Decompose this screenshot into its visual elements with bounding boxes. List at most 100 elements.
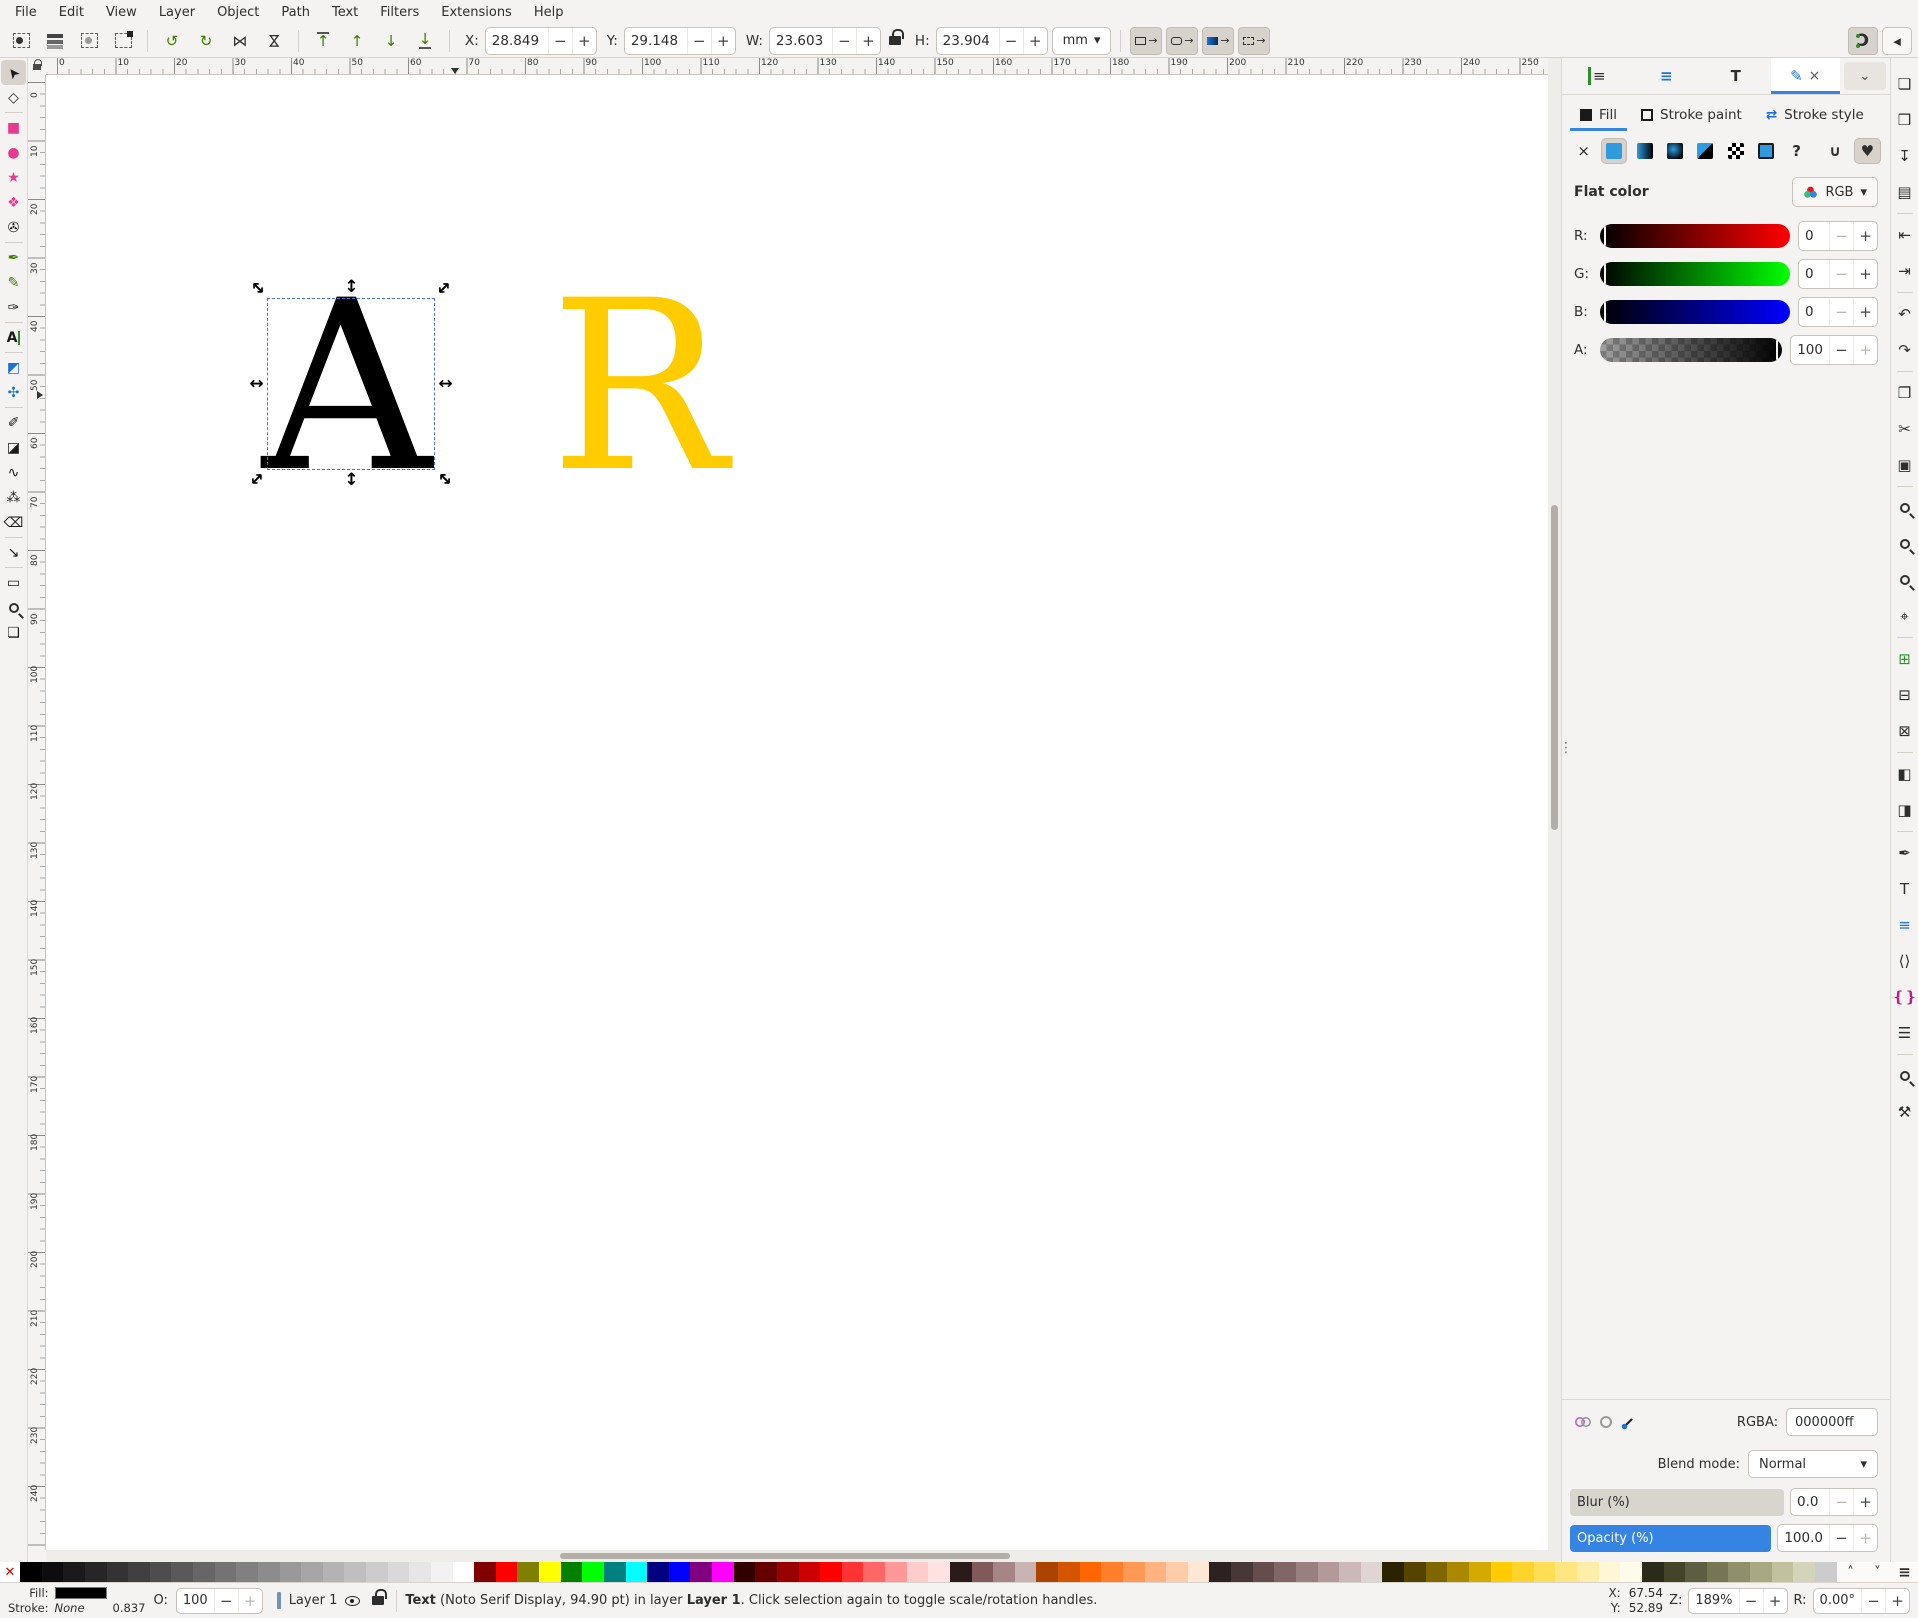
pick-color-eyedropper[interactable] (1620, 1414, 1637, 1430)
text-dialog-button[interactable]: T (1893, 871, 1917, 907)
flip-horizontal-button[interactable]: ⋈ (225, 27, 255, 55)
green-slider[interactable] (1600, 262, 1790, 286)
preferences-button[interactable]: ⚒ (1893, 1094, 1917, 1130)
palette-swatch[interactable] (1491, 1562, 1513, 1582)
palette-swatch[interactable] (431, 1562, 453, 1582)
blue-increment[interactable]: + (1853, 298, 1877, 326)
selection-handle-w[interactable]: ↔ (248, 376, 265, 393)
measure-tool[interactable]: ▭ (1, 570, 26, 595)
stroke-value[interactable]: None (55, 1601, 107, 1615)
palette-swatch[interactable] (1274, 1562, 1296, 1582)
blue-spinbox[interactable]: 0 − + (1798, 297, 1878, 327)
text-tool[interactable]: A (1, 325, 26, 350)
palette-swatch[interactable] (1145, 1562, 1167, 1582)
red-spinbox[interactable]: 0 − + (1798, 221, 1878, 251)
star-tool[interactable]: ★ (1, 165, 26, 190)
text-object-r[interactable]: R (550, 270, 727, 505)
blur-slider[interactable]: Blur (%) (1570, 1489, 1784, 1516)
menu-text[interactable]: Text (323, 3, 367, 22)
height-decrement[interactable]: − (999, 28, 1023, 54)
menu-object[interactable]: Object (208, 3, 268, 22)
y-decrement[interactable]: − (687, 28, 711, 54)
palette-swatch[interactable] (344, 1562, 366, 1582)
palette-swatch[interactable] (1101, 1562, 1123, 1582)
palette-swatch[interactable] (388, 1562, 410, 1582)
layer-indicator[interactable]: Layer 1 (277, 1592, 389, 1609)
palette-swatch[interactable] (626, 1562, 648, 1582)
unlink-clone-button[interactable]: ⊠ (1893, 713, 1917, 749)
palette-swatch[interactable] (453, 1562, 475, 1582)
palette-swatch[interactable] (1642, 1562, 1664, 1582)
tab-fill-stroke-dialog[interactable]: ✎ × (1771, 58, 1841, 94)
paint-flat-button[interactable] (1602, 139, 1625, 163)
palette-swatch[interactable] (734, 1562, 756, 1582)
horizontal-scrollbar[interactable] (46, 1550, 1548, 1562)
width-spinbox[interactable]: 23.603 − + (769, 27, 881, 55)
palette-swatch[interactable] (150, 1562, 172, 1582)
duplicate-button[interactable]: ⊞ (1893, 641, 1917, 677)
blend-mode-dropdown[interactable]: Normal ▾ (1748, 1450, 1878, 1478)
height-spinbox[interactable]: 23.904 − + (936, 27, 1048, 55)
zoom-increment[interactable]: + (1763, 1589, 1787, 1613)
find-button[interactable] (1893, 1058, 1917, 1094)
palette-swatch[interactable] (669, 1562, 691, 1582)
palette-none-swatch[interactable]: ✕ (0, 1562, 20, 1582)
x-spinbox[interactable]: 28.849 − + (485, 27, 597, 55)
tab-text-dialog[interactable]: T (1701, 58, 1771, 94)
paint-swatch-button[interactable] (1754, 139, 1777, 163)
tab-fill[interactable]: Fill (1570, 101, 1627, 131)
pen-tool[interactable]: ✒ (1, 245, 26, 270)
open-file-button[interactable]: ❒ (1893, 102, 1917, 138)
pages-tool[interactable]: ❏ (1, 620, 26, 645)
zoom-page-button[interactable] (1893, 562, 1917, 598)
palette-swatch[interactable] (561, 1562, 583, 1582)
select-all-button[interactable] (6, 27, 36, 55)
opacity-decrement[interactable]: − (1829, 1525, 1853, 1551)
h-ruler[interactable]: 0102030405060708090100110120130140150160… (46, 58, 1548, 75)
cms-wheel-icon[interactable] (1574, 1415, 1592, 1429)
paint-pattern-button[interactable] (1724, 139, 1747, 163)
palette-swatch[interactable] (1750, 1562, 1772, 1582)
unit-dropdown[interactable]: mm ▾ (1052, 27, 1112, 55)
selection-handle-s[interactable]: ↕ (343, 472, 360, 489)
palette-swatch[interactable] (20, 1562, 42, 1582)
selection-handle-se[interactable]: ↔ (432, 467, 456, 491)
zoom-selection-button[interactable] (1893, 490, 1917, 526)
slider-handle[interactable] (1604, 302, 1606, 322)
palette-swatch[interactable] (1209, 1562, 1231, 1582)
palette-swatch[interactable] (128, 1562, 150, 1582)
palette-swatch[interactable] (712, 1562, 734, 1582)
opacity-increment[interactable]: + (1853, 1525, 1877, 1551)
palette-swatch[interactable] (1664, 1562, 1686, 1582)
palette-scroll-down-button[interactable]: ˅ (1864, 1562, 1891, 1582)
new-document-button[interactable]: ❏ (1893, 66, 1917, 102)
node-tool[interactable]: ◇ (1, 85, 26, 110)
menu-edit[interactable]: Edit (50, 3, 93, 22)
close-icon[interactable]: × (1809, 68, 1821, 84)
zoom-spinbox[interactable]: 189% − + (1688, 1588, 1787, 1614)
menu-file[interactable]: File (6, 3, 46, 22)
selection-handle-ne[interactable]: ↔ (432, 276, 456, 300)
palette-swatch[interactable] (993, 1562, 1015, 1582)
palette-swatch[interactable] (1382, 1562, 1404, 1582)
flip-vertical-button[interactable]: ⋈ (259, 27, 289, 55)
palette-swatch[interactable] (604, 1562, 626, 1582)
horizontal-scrollbar-thumb[interactable] (560, 1553, 1010, 1559)
palette-swatch[interactable] (647, 1562, 669, 1582)
paste-button[interactable]: ▣ (1893, 447, 1917, 483)
zoom-decrement[interactable]: − (1739, 1589, 1763, 1613)
blur-increment[interactable]: + (1853, 1489, 1877, 1515)
x-increment[interactable]: + (572, 28, 596, 54)
alpha-increment[interactable]: + (1853, 336, 1877, 364)
x-decrement[interactable]: − (548, 28, 572, 54)
tab-align-dialog[interactable]: ≡ (1632, 58, 1702, 94)
green-decrement[interactable]: − (1829, 260, 1853, 288)
selection-handle-n[interactable]: ↕ (343, 279, 360, 296)
palette-swatch[interactable] (755, 1562, 777, 1582)
palette-swatch[interactable] (1058, 1562, 1080, 1582)
palette-swatch[interactable] (863, 1562, 885, 1582)
raise-button[interactable]: ↑ (342, 27, 372, 55)
palette-swatch[interactable] (842, 1562, 864, 1582)
palette-swatch[interactable] (1080, 1562, 1102, 1582)
v-ruler[interactable]: 0102030405060708090100110120130140150160… (28, 75, 46, 1550)
